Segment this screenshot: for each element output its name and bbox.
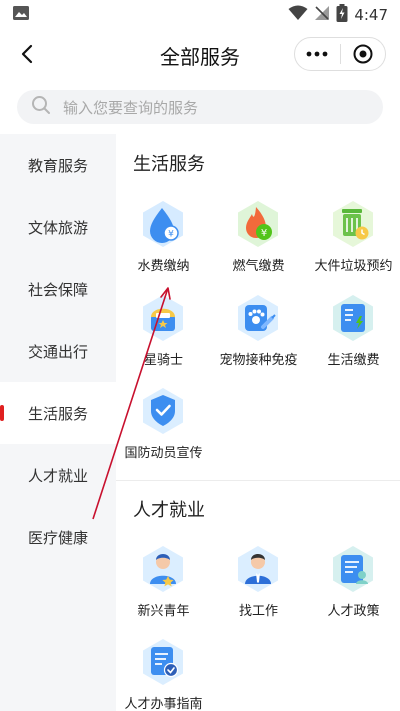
status-bar: 4:47 bbox=[0, 0, 400, 28]
service-star-knight[interactable]: 星骑士 bbox=[116, 293, 211, 379]
sidebar-item-life-services[interactable]: 生活服务 bbox=[0, 382, 116, 444]
sidebar-item-label: 教育服务 bbox=[27, 156, 88, 175]
service-label: 星骑士 bbox=[143, 353, 183, 368]
service-label: 大件垃圾预约 bbox=[314, 259, 393, 274]
wifi-icon bbox=[288, 5, 308, 25]
close-target-icon[interactable] bbox=[340, 38, 385, 70]
status-time: 4:47 bbox=[354, 6, 388, 24]
youth-person-icon bbox=[140, 544, 186, 594]
active-indicator bbox=[0, 405, 4, 421]
section-divider bbox=[116, 480, 400, 481]
knight-helmet-icon bbox=[140, 293, 186, 343]
sidebar-item-transportation[interactable]: 交通出行 bbox=[0, 320, 116, 382]
svg-text:¥: ¥ bbox=[168, 230, 174, 240]
job-person-icon bbox=[235, 544, 281, 594]
service-talent-guide[interactable]: 人才办事指南 bbox=[116, 637, 211, 711]
pet-vaccine-icon bbox=[235, 293, 281, 343]
service-label: 国防动员宣传 bbox=[124, 446, 203, 461]
service-talent-policy[interactable]: 人才政策 bbox=[306, 544, 400, 630]
services-content: 生活服务 ¥ 水费缴纳 ¥ 燃气缴费 大件垃圾预约 星骑士 宠物接种免疫 生活缴… bbox=[116, 134, 400, 711]
service-bulky-waste[interactable]: 大件垃圾预约 bbox=[306, 199, 400, 285]
service-life-payment[interactable]: 生活缴费 bbox=[306, 293, 400, 379]
sidebar-item-talent-employment[interactable]: 人才就业 bbox=[0, 444, 116, 506]
service-emerging-youth[interactable]: 新兴青年 bbox=[116, 544, 211, 630]
sidebar-item-healthcare[interactable]: 医疗健康 bbox=[0, 506, 116, 568]
water-drop-icon: ¥ bbox=[140, 199, 186, 249]
sidebar-item-label: 交通出行 bbox=[27, 342, 88, 361]
sidebar-item-label: 生活服务 bbox=[27, 404, 88, 423]
sidebar-item-label: 社会保障 bbox=[27, 280, 88, 299]
policy-document-icon bbox=[330, 544, 376, 594]
navigation-bar: 全部服务 bbox=[0, 28, 400, 80]
service-label: 新兴青年 bbox=[137, 604, 190, 619]
sidebar-item-education[interactable]: 教育服务 bbox=[0, 134, 116, 196]
sidebar-item-label: 人才就业 bbox=[27, 466, 88, 485]
bill-payment-icon bbox=[330, 293, 376, 343]
battery-charging-icon bbox=[336, 4, 348, 26]
service-gas-bill[interactable]: ¥ 燃气缴费 bbox=[211, 199, 306, 285]
section-title-life-services: 生活服务 bbox=[133, 154, 205, 175]
sidebar-item-social-security[interactable]: 社会保障 bbox=[0, 258, 116, 320]
service-find-job[interactable]: 找工作 bbox=[211, 544, 306, 630]
miniprogram-capsule bbox=[294, 37, 386, 71]
service-pet-vaccine[interactable]: 宠物接种免疫 bbox=[211, 293, 306, 379]
service-label: 燃气缴费 bbox=[232, 259, 285, 274]
service-label: 生活缴费 bbox=[327, 353, 380, 368]
guide-book-icon bbox=[140, 637, 186, 687]
search-area: 输入您要查询的服务 bbox=[0, 80, 400, 134]
gallery-notification-icon bbox=[12, 5, 30, 25]
service-national-defense[interactable]: 国防动员宣传 bbox=[116, 386, 211, 472]
service-label: 宠物接种免疫 bbox=[219, 353, 298, 368]
section-title-talent-employment: 人才就业 bbox=[133, 500, 205, 521]
search-input[interactable]: 输入您要查询的服务 bbox=[17, 90, 383, 124]
search-placeholder: 输入您要查询的服务 bbox=[63, 98, 199, 117]
sidebar-item-culture-tourism[interactable]: 文体旅游 bbox=[0, 196, 116, 258]
gas-flame-icon: ¥ bbox=[235, 199, 281, 249]
more-icon[interactable] bbox=[295, 38, 340, 70]
sidebar-item-label: 文体旅游 bbox=[27, 218, 88, 237]
category-sidebar: 教育服务 文体旅游 社会保障 交通出行 生活服务 人才就业 医疗健康 bbox=[0, 134, 116, 711]
shield-check-icon bbox=[140, 386, 186, 436]
search-icon bbox=[31, 95, 51, 119]
service-label: 人才政策 bbox=[327, 604, 380, 619]
sidebar-item-label: 医疗健康 bbox=[27, 528, 88, 547]
service-water-bill[interactable]: ¥ 水费缴纳 bbox=[116, 199, 211, 285]
service-label: 找工作 bbox=[238, 604, 278, 619]
service-label: 水费缴纳 bbox=[137, 259, 190, 274]
service-label: 人才办事指南 bbox=[124, 697, 203, 711]
svg-text:¥: ¥ bbox=[261, 228, 267, 239]
no-signal-icon bbox=[314, 5, 330, 25]
trash-bin-icon bbox=[330, 199, 376, 249]
